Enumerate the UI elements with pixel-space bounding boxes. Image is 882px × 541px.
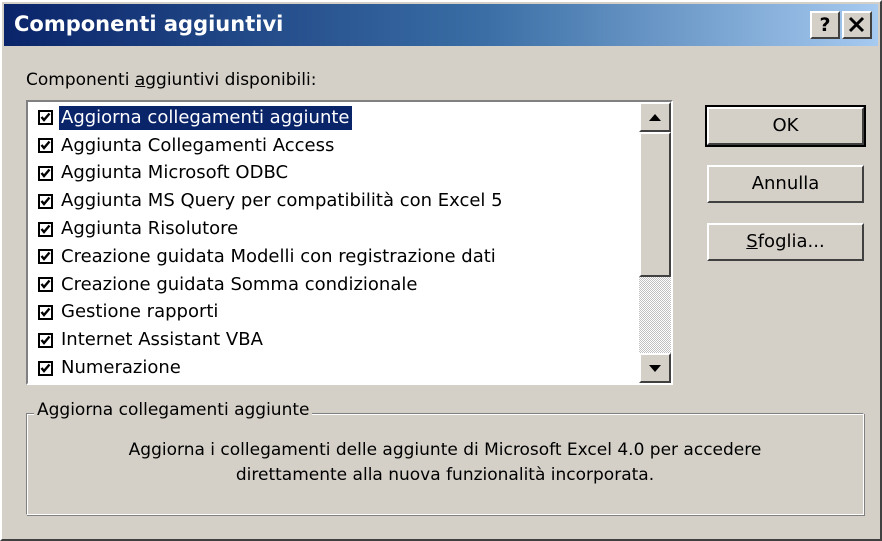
checkbox[interactable] — [38, 277, 53, 293]
addin-item[interactable]: Creazione guidata Somma condizionale — [30, 271, 641, 299]
scroll-down-button[interactable] — [639, 353, 671, 383]
checkmark-icon — [40, 140, 51, 151]
description-text: Aggiorna i collegamenti delle aggiunte d… — [128, 440, 762, 485]
checkbox[interactable] — [38, 332, 53, 348]
addin-item[interactable]: Aggiunta Collegamenti Access — [30, 132, 641, 160]
addin-item-label: Aggiunta MS Query per compatibilità con … — [61, 190, 503, 212]
help-button[interactable]: ? — [810, 11, 840, 39]
checkbox[interactable] — [38, 193, 53, 209]
checkmark-icon — [40, 168, 51, 178]
description-title: Aggiorna collegamenti aggiunte — [34, 400, 313, 420]
checkmark-icon — [40, 307, 51, 317]
addins-list: Aggiorna collegamenti aggiunte Aggiunta C… — [30, 104, 641, 382]
addin-item[interactable]: Aggiunta MS Query per compatibilità con … — [30, 187, 641, 215]
title-bar[interactable]: Componenti aggiuntivi ? — [4, 4, 878, 46]
checkbox[interactable] — [38, 138, 53, 154]
addin-item-label: Creazione guidata Modelli con registrazi… — [61, 245, 496, 267]
addin-item-label: Gestione rapporti — [61, 301, 219, 323]
scroll-up-button[interactable] — [639, 102, 671, 132]
addin-item-label: Aggiorna collegamenti aggiunte — [58, 104, 353, 131]
window-title: Componenti aggiuntivi — [14, 12, 284, 36]
addins-listbox[interactable]: Aggiorna collegamenti aggiunte Aggiunta C… — [26, 100, 673, 385]
vertical-scrollbar[interactable] — [639, 102, 671, 383]
checkbox[interactable] — [38, 221, 53, 237]
checkmark-icon — [40, 335, 51, 345]
addin-item-label: Aggiunta Collegamenti Access — [61, 134, 335, 156]
checkbox[interactable] — [38, 249, 53, 265]
addin-item-label: Internet Assistant VBA — [61, 329, 263, 351]
arrow-down-icon — [649, 365, 661, 372]
addin-item[interactable]: Creazione guidata Modelli con registrazi… — [30, 243, 641, 271]
ok-button[interactable]: OK — [705, 105, 866, 147]
close-button[interactable] — [842, 11, 872, 39]
addin-item-label: Aggiunta Microsoft ODBC — [61, 162, 289, 184]
addin-item[interactable]: Aggiunta Microsoft ODBC — [30, 160, 641, 188]
checkmark-icon — [40, 279, 51, 290]
checkbox[interactable] — [38, 110, 53, 126]
scroll-thumb[interactable] — [639, 132, 671, 277]
checkbox[interactable] — [38, 360, 53, 376]
addin-item[interactable]: Numerazione — [30, 354, 641, 382]
available-addins-label: Componenti aggiuntivi disponibili: — [26, 70, 317, 90]
addin-item-label: Numerazione — [61, 357, 181, 379]
addin-item[interactable]: Internet Assistant VBA — [30, 326, 641, 354]
addin-item[interactable]: Aggiorna collegamenti aggiunte — [30, 104, 641, 132]
checkbox[interactable] — [38, 304, 53, 320]
cancel-button[interactable]: Annulla — [707, 165, 864, 203]
addin-item-label: Aggiunta Risolutore — [61, 218, 239, 240]
checkmark-icon — [40, 113, 51, 123]
checkbox[interactable] — [38, 165, 53, 181]
checkmark-icon — [40, 363, 51, 373]
close-icon — [848, 16, 865, 33]
checkmark-icon — [40, 196, 51, 206]
addin-item[interactable]: Aggiunta Risolutore — [30, 215, 641, 243]
checkmark-icon — [40, 252, 51, 262]
addin-item[interactable]: Gestione rapporti — [30, 299, 641, 327]
checkmark-icon — [40, 224, 51, 234]
arrow-up-icon — [649, 114, 661, 121]
browse-button[interactable]: Sfoglia... — [707, 223, 864, 261]
addin-item-label: Creazione guidata Somma condizionale — [61, 273, 418, 295]
